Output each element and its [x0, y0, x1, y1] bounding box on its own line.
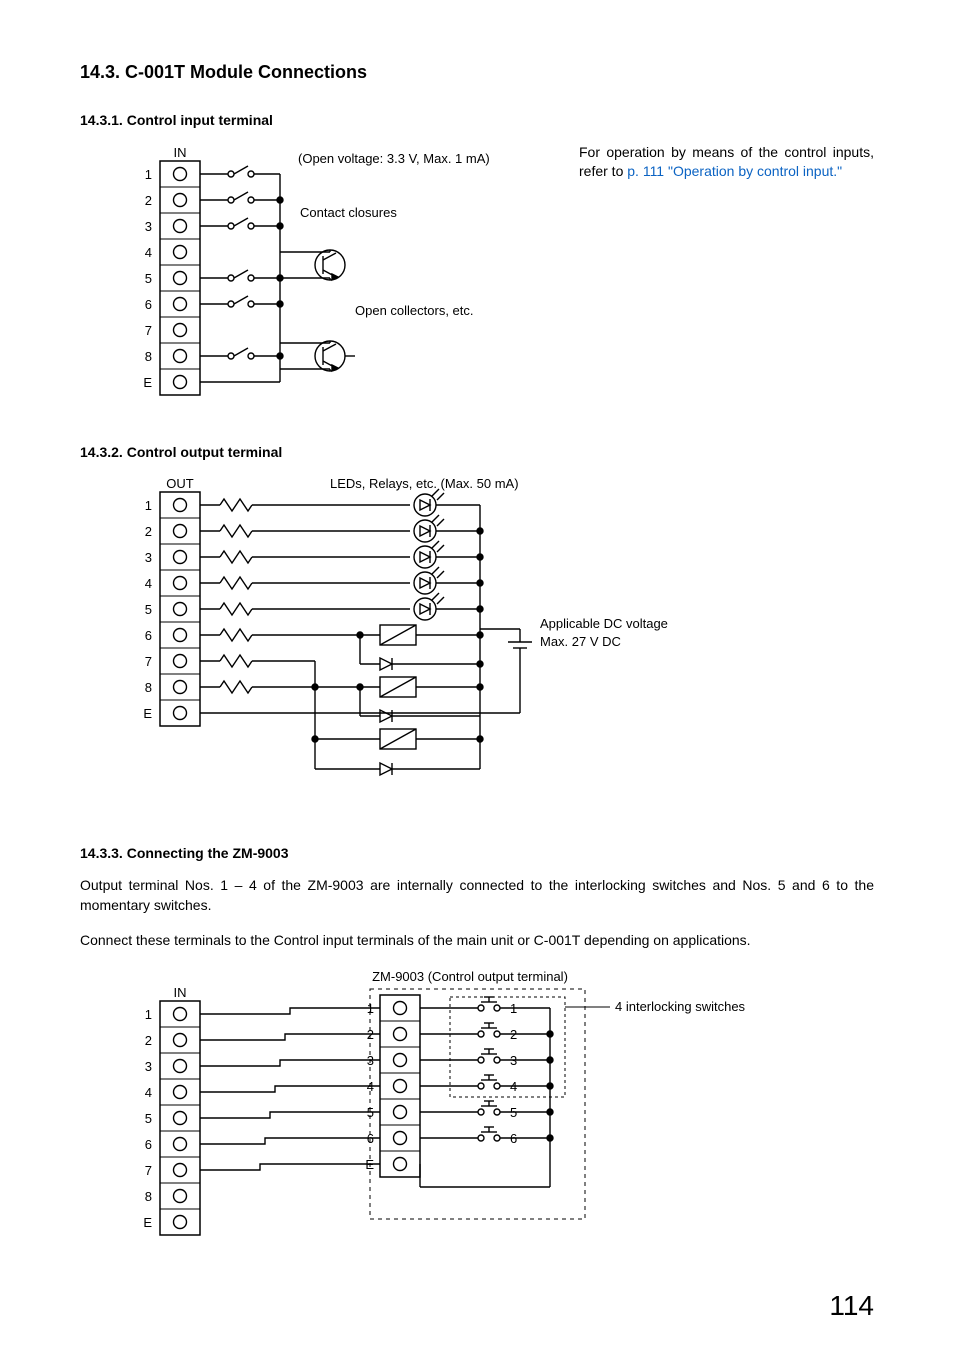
terminal-num: 4	[145, 1085, 152, 1100]
terminal-num: 5	[145, 271, 152, 286]
zm-caption: ZM-9003 (Control output terminal)	[372, 969, 568, 984]
dc-voltage-label-2: Max. 27 V DC	[540, 634, 621, 649]
terminal-num: 7	[145, 654, 152, 669]
subsection-heading-3: 14.3.3. Connecting the ZM-9003	[80, 844, 874, 864]
terminal-num: 2	[145, 193, 152, 208]
switch-num: 5	[510, 1105, 517, 1120]
in-label-left: IN	[174, 985, 187, 1000]
terminal-num: 8	[145, 349, 152, 364]
led-icon	[414, 515, 444, 542]
led-icon	[414, 489, 444, 516]
terminal-num: 2	[145, 1033, 152, 1048]
leds-relays-label: LEDs, Relays, etc. (Max. 50 mA)	[330, 476, 519, 491]
terminal-num: E	[143, 375, 152, 390]
cross-ref-link[interactable]: p. 111 "Operation by control input."	[627, 163, 842, 179]
page: 14.3. C-001T Module Connections 14.3.1. …	[0, 0, 954, 1351]
terminal-num: 1	[145, 498, 152, 513]
subsection-control-input: 14.3.1. Control input terminal IN	[80, 111, 874, 403]
page-number: 114	[829, 1286, 874, 1325]
terminal-num: E	[143, 706, 152, 721]
led-icon	[414, 593, 444, 620]
out-label: OUT	[166, 476, 194, 491]
terminal-num: 2	[145, 524, 152, 539]
interlock-switches-label: 4 interlocking switches	[615, 999, 746, 1014]
switch-num: 2	[510, 1027, 517, 1042]
terminal-num: 6	[145, 628, 152, 643]
terminal-num: 7	[145, 1163, 152, 1178]
terminal-num: 8	[145, 1189, 152, 1204]
led-icon	[414, 567, 444, 594]
switch-num: 1	[510, 1001, 517, 1016]
subsection-control-output: 14.3.2. Control output terminal OUT LEDs…	[80, 443, 874, 805]
terminal-num: 3	[145, 1059, 152, 1074]
terminal-num: 4	[145, 245, 152, 260]
diagram-control-output: OUT LEDs, Relays, etc. (Max. 50 mA)	[80, 474, 874, 804]
terminal-num: 3	[145, 550, 152, 565]
diagram-control-input: IN	[80, 143, 510, 403]
open-collectors-label: Open collectors, etc.	[355, 303, 474, 318]
subsection-zm9003: 14.3.3. Connecting the ZM-9003 Output te…	[80, 844, 874, 1256]
section-title: 14.3. C-001T Module Connections	[80, 60, 874, 85]
side-note: For operation by means of the control in…	[579, 143, 874, 182]
switch-num: 4	[510, 1079, 517, 1094]
dc-voltage-label-1: Applicable DC voltage	[540, 616, 668, 631]
terminal-num: 1	[145, 1007, 152, 1022]
contact-closures-label: Contact closures	[300, 205, 397, 220]
terminal-num: 6	[145, 297, 152, 312]
terminal-num: 3	[145, 219, 152, 234]
zm9003-para-1: Output terminal Nos. 1 – 4 of the ZM-900…	[80, 876, 874, 915]
terminal-num: 5	[145, 602, 152, 617]
terminal-num: 5	[145, 1111, 152, 1126]
terminal-num: 1	[145, 167, 152, 182]
terminal-num: 7	[145, 323, 152, 338]
terminal-num: 8	[145, 680, 152, 695]
in-label: IN	[174, 145, 187, 160]
switch-num: 6	[510, 1131, 517, 1146]
subsection-heading-1: 14.3.1. Control input terminal	[80, 111, 874, 131]
zm9003-para-2: Connect these terminals to the Control i…	[80, 931, 874, 951]
diagram-zm9003: ZM-9003 (Control output terminal) IN 1	[80, 967, 874, 1257]
switch-num: 3	[510, 1053, 517, 1068]
terminal-num: E	[143, 1215, 152, 1230]
subsection-heading-2: 14.3.2. Control output terminal	[80, 443, 874, 463]
terminal-num: 6	[145, 1137, 152, 1152]
open-voltage-label: (Open voltage: 3.3 V, Max. 1 mA)	[298, 151, 490, 166]
terminal-num: 4	[145, 576, 152, 591]
led-icon	[414, 541, 444, 568]
